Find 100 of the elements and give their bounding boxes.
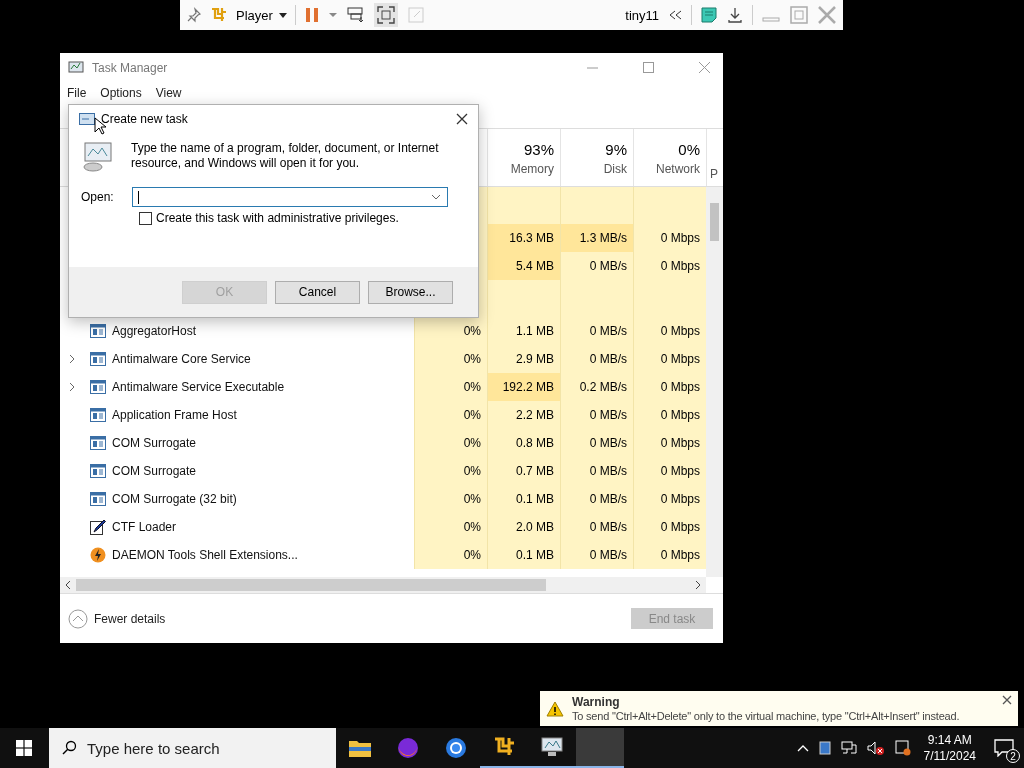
collapse-icon[interactable]	[68, 608, 88, 629]
table-cell: 0 MB/s	[560, 317, 633, 345]
process-name[interactable]: AggregatorHost	[112, 324, 197, 338]
dropdown-caret-icon[interactable]	[430, 193, 441, 201]
table-cell: 0 MB/s	[560, 345, 633, 373]
pause-icon[interactable]	[303, 6, 320, 24]
download-icon[interactable]	[726, 6, 744, 24]
table-cell: 0%	[414, 541, 487, 569]
horizontal-scrollbar[interactable]	[60, 577, 706, 593]
process-name[interactable]: Application Frame Host	[112, 408, 237, 422]
close-icon[interactable]	[1002, 695, 1012, 705]
menu-item[interactable]: View	[155, 86, 182, 100]
dialog-button[interactable]: Cancel	[275, 280, 360, 304]
process-name[interactable]: Antimalware Service Executable	[112, 380, 285, 394]
folder-icon	[348, 738, 372, 758]
toast-message: To send "Ctrl+Alt+Delete" only to the virtual machine, type "Ctrl+Alt+Insert" instead.	[572, 709, 960, 723]
process-name[interactable]: COM Surrogate (32 bit)	[112, 492, 237, 506]
window-icon	[90, 352, 106, 366]
chevron-icon[interactable]	[68, 382, 76, 392]
device-icon[interactable]	[818, 741, 831, 755]
open-input-field[interactable]	[131, 187, 448, 207]
admin-checkbox[interactable]	[139, 211, 152, 225]
menu-item[interactable]: Options	[100, 86, 142, 100]
toast-title: Warning	[572, 694, 621, 709]
table-cell: 0 Mbps	[633, 252, 706, 280]
table-cell: 0 Mbps	[633, 224, 706, 252]
scroll-right-icon[interactable]	[694, 580, 702, 590]
run-icon	[79, 113, 95, 125]
table-cell: 0.8 MB	[487, 429, 560, 457]
fewer-details-link[interactable]: Fewer details	[94, 611, 166, 626]
table-cell: 0 Mbps	[633, 429, 706, 457]
process-name[interactable]: Antimalware Core Service	[112, 352, 251, 366]
column-header[interactable]: Disk	[603, 162, 627, 176]
warning-icon	[546, 700, 564, 717]
search-field[interactable]: Type here to search	[49, 728, 336, 768]
vm-name: tiny11	[625, 7, 659, 23]
caret-icon[interactable]	[327, 10, 338, 20]
menu-item[interactable]: File	[67, 86, 87, 100]
windows-logo-icon[interactable]	[16, 740, 32, 756]
table-cell: 0 MB/s	[560, 485, 633, 513]
fullscreen-icon[interactable]	[373, 3, 398, 27]
double-chevron-icon[interactable]	[667, 9, 683, 21]
maximize-icon[interactable]	[643, 62, 655, 74]
monitor-icon	[540, 736, 564, 758]
table-cell: 0%	[414, 317, 487, 345]
table-cell: 0 Mbps	[633, 373, 706, 401]
table-cell: 2.2 MB	[487, 401, 560, 429]
table-cell: 0 Mbps	[633, 541, 706, 569]
clock-time[interactable]: 9:14 AM	[927, 732, 972, 748]
pin-icon[interactable]	[186, 7, 202, 23]
table-cell: 0 Mbps	[633, 345, 706, 373]
send-keys-icon[interactable]	[345, 5, 366, 25]
pen-icon	[90, 519, 106, 535]
table-cell: 0 Mbps	[633, 513, 706, 541]
table-cell: 0%	[414, 429, 487, 457]
network-icon[interactable]	[840, 741, 857, 755]
column-percent: 0%	[678, 141, 700, 158]
window-icon	[90, 464, 106, 478]
column-percent: 9%	[605, 141, 627, 158]
window-icon	[90, 436, 106, 450]
update-icon[interactable]	[894, 740, 911, 756]
window-icon	[90, 380, 106, 394]
process-name[interactable]: CTF Loader	[112, 520, 177, 534]
table-cell: 0.1 MB	[487, 485, 560, 513]
column-header[interactable]: Memory	[510, 162, 554, 176]
note-icon[interactable]	[700, 6, 718, 24]
table-cell: 0 MB/s	[560, 401, 633, 429]
player-menu-button[interactable]: Player	[236, 7, 287, 23]
chevron-icon[interactable]	[68, 354, 76, 364]
dialog-button[interactable]: Browse...	[368, 280, 453, 304]
scroll-left-icon[interactable]	[64, 580, 72, 590]
open-label: Open:	[81, 190, 114, 204]
column-header[interactable]: Network	[656, 162, 700, 176]
process-name[interactable]: COM Surrogate	[112, 436, 197, 450]
table-cell: 0.2 MB/s	[560, 373, 633, 401]
table-cell: 16.3 MB	[487, 224, 560, 252]
muted-speaker-icon[interactable]	[866, 741, 885, 755]
column-header[interactable]: P	[710, 167, 718, 181]
lightning-icon	[90, 547, 106, 563]
table-cell: 0%	[414, 457, 487, 485]
table-cell: 1.1 MB	[487, 317, 560, 345]
table-cell: 0 Mbps	[633, 485, 706, 513]
ring-icon	[444, 736, 468, 760]
table-cell: 0%	[414, 513, 487, 541]
process-name[interactable]: DAEMON Tools Shell Extensions...	[112, 548, 298, 562]
table-cell: 0%	[414, 401, 487, 429]
table-cell: 0 MB/s	[560, 541, 633, 569]
table-cell: 0%	[414, 345, 487, 373]
window-title: Task Manager	[92, 61, 168, 75]
chevron-up-icon[interactable]	[796, 744, 809, 752]
table-cell: 0 MB/s	[560, 429, 633, 457]
clock-date[interactable]: 7/11/2024	[923, 748, 976, 764]
table-cell: 0 Mbps	[633, 457, 706, 485]
window-icon	[90, 408, 106, 422]
process-name[interactable]: COM Surrogate	[112, 464, 197, 478]
close-icon[interactable]	[456, 113, 468, 125]
computer-icon	[81, 141, 115, 173]
window-icon	[90, 492, 106, 506]
vertical-scrollbar[interactable]	[706, 187, 723, 577]
table-cell: 0 MB/s	[560, 457, 633, 485]
